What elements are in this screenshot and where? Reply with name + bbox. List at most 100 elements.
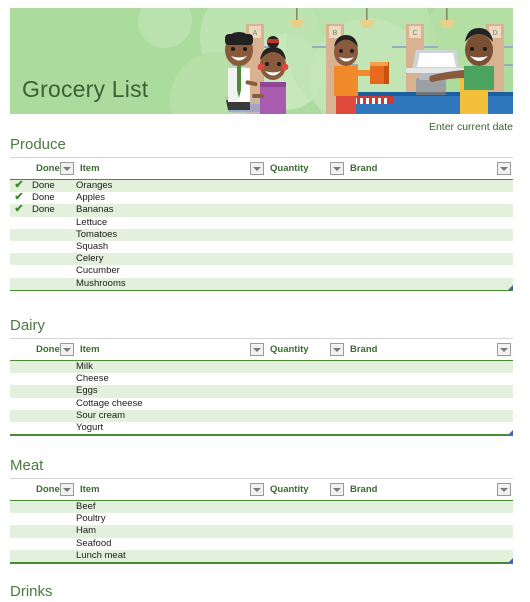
cell-quantity[interactable] xyxy=(266,385,346,398)
cell-quantity[interactable] xyxy=(266,537,346,550)
cell-brand[interactable] xyxy=(346,192,513,205)
cell-item[interactable]: Ham xyxy=(72,525,266,538)
table-row[interactable]: Yogurt xyxy=(10,422,513,435)
cell-quantity[interactable] xyxy=(266,360,346,374)
table-row[interactable]: Lunch meat xyxy=(10,549,513,563)
cell-item[interactable]: Oranges xyxy=(72,179,266,193)
cell-quantity[interactable] xyxy=(266,179,346,193)
table-row[interactable]: Eggs xyxy=(10,385,513,398)
table-row[interactable]: Milk xyxy=(10,360,513,374)
table-row[interactable]: Cottage cheese xyxy=(10,397,513,410)
cell-done[interactable]: Done xyxy=(28,192,72,205)
cell-item[interactable]: Eggs xyxy=(72,385,266,398)
cell-quantity[interactable] xyxy=(266,241,346,254)
cell-item[interactable]: Milk xyxy=(72,360,266,374)
cell-brand[interactable] xyxy=(346,373,513,386)
checkmark-empty[interactable] xyxy=(10,513,28,526)
filter-dropdown-icon[interactable] xyxy=(330,162,344,175)
table-row[interactable]: Seafood xyxy=(10,537,513,550)
cell-brand[interactable] xyxy=(346,397,513,410)
filter-dropdown-icon[interactable] xyxy=(250,162,264,175)
cell-item[interactable]: Yogurt xyxy=(72,422,266,435)
cell-done[interactable] xyxy=(28,241,72,254)
cell-quantity[interactable] xyxy=(266,525,346,538)
checkmark-empty[interactable] xyxy=(10,253,28,266)
cell-done[interactable] xyxy=(28,513,72,526)
filter-dropdown-icon[interactable] xyxy=(330,343,344,356)
cell-done[interactable] xyxy=(28,253,72,266)
checkmark-empty[interactable] xyxy=(10,265,28,278)
cell-item[interactable]: Sour cream xyxy=(72,409,266,423)
cell-quantity[interactable] xyxy=(266,228,346,242)
filter-dropdown-icon[interactable] xyxy=(250,343,264,356)
cell-brand[interactable] xyxy=(346,500,513,514)
checkmark-empty[interactable] xyxy=(10,360,28,374)
filter-dropdown-icon[interactable] xyxy=(59,343,74,356)
filter-dropdown-icon[interactable] xyxy=(497,343,511,356)
checkmark-empty[interactable] xyxy=(10,422,28,435)
cell-brand[interactable] xyxy=(346,179,513,193)
cell-done[interactable] xyxy=(28,360,72,374)
cell-done[interactable] xyxy=(28,500,72,514)
cell-quantity[interactable] xyxy=(266,513,346,526)
cell-brand[interactable] xyxy=(346,385,513,398)
cell-brand[interactable] xyxy=(346,513,513,526)
cell-brand[interactable] xyxy=(346,277,513,290)
table-row[interactable]: ✔ Done Apples xyxy=(10,192,513,205)
cell-item[interactable]: Tomatoes xyxy=(72,228,266,242)
resize-handle-icon[interactable] xyxy=(507,557,513,564)
checkmark-empty[interactable] xyxy=(10,241,28,254)
table-row[interactable]: Beef xyxy=(10,500,513,514)
checkmark-empty[interactable] xyxy=(10,277,28,290)
checkmark-empty[interactable] xyxy=(10,397,28,410)
cell-done[interactable] xyxy=(28,373,72,386)
cell-done[interactable] xyxy=(28,216,72,229)
cell-done[interactable] xyxy=(28,228,72,242)
cell-done[interactable] xyxy=(28,265,72,278)
table-row[interactable]: Tomatoes xyxy=(10,228,513,242)
cell-done[interactable]: Done xyxy=(28,179,72,193)
filter-dropdown-icon[interactable] xyxy=(497,483,511,496)
table-row[interactable]: Mushrooms xyxy=(10,277,513,290)
cell-done[interactable] xyxy=(28,277,72,290)
checkmark-empty[interactable] xyxy=(10,373,28,386)
checkmark-empty[interactable] xyxy=(10,385,28,398)
table-row[interactable]: Cheese xyxy=(10,373,513,386)
checkmark-empty[interactable] xyxy=(10,549,28,563)
cell-brand[interactable] xyxy=(346,216,513,229)
cell-item[interactable]: Seafood xyxy=(72,537,266,550)
cell-brand[interactable] xyxy=(346,409,513,423)
cell-brand[interactable] xyxy=(346,265,513,278)
cell-done[interactable] xyxy=(28,537,72,550)
cell-brand[interactable] xyxy=(346,360,513,374)
cell-brand[interactable] xyxy=(346,422,513,435)
cell-quantity[interactable] xyxy=(266,397,346,410)
cell-quantity[interactable] xyxy=(266,192,346,205)
cell-quantity[interactable] xyxy=(266,549,346,563)
cell-item[interactable]: Mushrooms xyxy=(72,277,266,290)
cell-quantity[interactable] xyxy=(266,409,346,423)
checkmark-empty[interactable] xyxy=(10,500,28,514)
filter-dropdown-icon[interactable] xyxy=(330,483,344,496)
checkmark-icon[interactable]: ✔ xyxy=(10,204,28,217)
cell-done[interactable] xyxy=(28,549,72,563)
cell-item[interactable]: Lettuce xyxy=(72,216,266,229)
filter-dropdown-icon[interactable] xyxy=(59,162,74,175)
cell-brand[interactable] xyxy=(346,537,513,550)
resize-handle-icon[interactable] xyxy=(507,285,513,291)
cell-done[interactable] xyxy=(28,422,72,435)
cell-item[interactable]: Lunch meat xyxy=(72,549,266,563)
cell-quantity[interactable] xyxy=(266,277,346,290)
cell-brand[interactable] xyxy=(346,241,513,254)
filter-dropdown-icon[interactable] xyxy=(250,483,264,496)
cell-item[interactable]: Squash xyxy=(72,241,266,254)
cell-item[interactable]: Poultry xyxy=(72,513,266,526)
resize-handle-icon[interactable] xyxy=(507,429,513,436)
table-row[interactable]: Lettuce xyxy=(10,216,513,229)
cell-brand[interactable] xyxy=(346,525,513,538)
checkmark-empty[interactable] xyxy=(10,409,28,423)
table-row[interactable]: Sour cream xyxy=(10,409,513,423)
table-row[interactable]: Celery xyxy=(10,253,513,266)
checkmark-empty[interactable] xyxy=(10,537,28,550)
cell-quantity[interactable] xyxy=(266,216,346,229)
